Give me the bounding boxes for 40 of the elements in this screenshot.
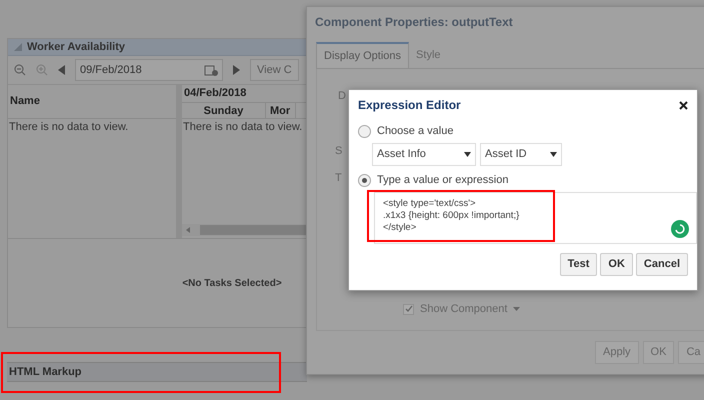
field-label: T [335,171,342,186]
day-header: Mor [266,103,296,118]
empty-message: There is no data to view. [182,120,304,135]
dialog-title: Expression Editor [358,97,461,114]
select-field[interactable]: Asset Info [372,143,476,166]
week-header: 04/Feb/2018 [184,86,246,102]
field-label: D [338,89,346,104]
name-column-header: Name [10,94,40,110]
dialog-button[interactable]: Cancel [636,253,688,276]
section-title: HTML Markup [9,364,82,380]
collapse-icon[interactable] [14,43,22,51]
next-icon[interactable] [233,65,240,75]
dialog-button[interactable]: Test [560,253,598,276]
calendar-icon[interactable] [204,64,218,76]
checkbox[interactable] [403,304,414,315]
dialog-title: Component Properties: outputText [315,14,513,31]
day-header: Sunday [182,103,266,118]
radio-button[interactable] [358,124,371,138]
empty-message: There is no data to view. [8,120,130,135]
close-icon[interactable] [679,100,688,110]
field-label: S [335,144,342,159]
scroll-left-icon[interactable] [186,227,190,233]
option-label: Type a value or expression [377,172,508,188]
previous-icon[interactable] [58,65,65,75]
dropdown-icon[interactable] [464,152,471,157]
no-tasks-message: <No Tasks Selected> [181,276,282,290]
zoom-out-icon[interactable] [14,64,26,76]
tab[interactable]: Display Options [316,42,410,68]
view-button[interactable]: View C [250,59,299,81]
checkbox-label: Show Component [420,302,508,317]
option-label: Choose a value [377,124,454,139]
select-field[interactable]: Asset ID [480,143,562,166]
dialog-button[interactable]: OK [600,253,633,276]
radio-button[interactable] [358,174,371,186]
panel-title: Worker Availability [27,40,126,55]
loading-icon [671,220,689,238]
date-field[interactable]: 09/Feb/2018 [75,59,223,81]
expression-field[interactable]: <style type='text/css'> .x1x3 {height: 600px !important;} </style> [374,192,697,244]
dropdown-icon[interactable] [550,152,557,157]
zoom-in-icon[interactable] [36,64,48,76]
